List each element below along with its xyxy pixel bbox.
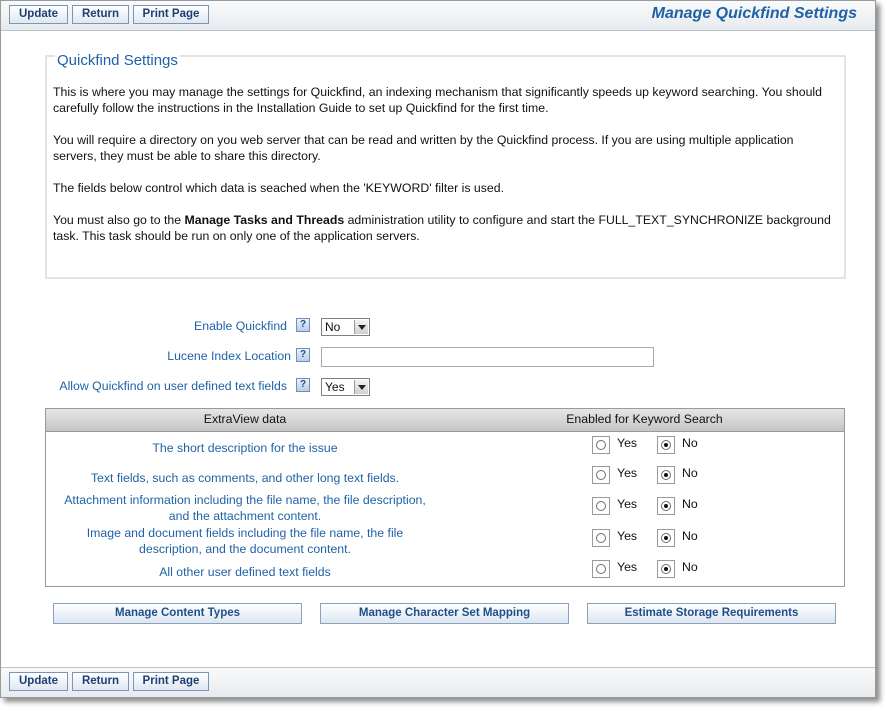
estimate-storage-requirements-button[interactable]: Estimate Storage Requirements bbox=[587, 603, 836, 624]
info-paragraph-2: You will require a directory on you web … bbox=[53, 133, 794, 163]
yes-label: Yes bbox=[617, 436, 638, 450]
update-button[interactable]: Update bbox=[9, 5, 68, 24]
manage-tasks-link-text: Manage Tasks and Threads bbox=[184, 213, 345, 227]
user-defined-fields-value: Yes bbox=[325, 380, 345, 394]
row-label: Text fields, such as comments, and other… bbox=[90, 471, 400, 485]
chevron-down-icon bbox=[354, 380, 368, 394]
row-label: Image and document fields including the … bbox=[86, 526, 404, 556]
row-label: The short description for the issue bbox=[152, 441, 338, 455]
yes-radio[interactable] bbox=[592, 529, 610, 547]
info-text: This is where you may manage the setting… bbox=[53, 84, 838, 260]
user-defined-fields-label: Allow Quickfind on user defined text fie… bbox=[59, 379, 287, 393]
lucene-index-location-label: Lucene Index Location bbox=[167, 349, 291, 363]
user-defined-fields-select[interactable]: Yes bbox=[321, 378, 370, 396]
no-radio[interactable] bbox=[657, 497, 675, 515]
yes-label: Yes bbox=[617, 560, 638, 574]
yes-radio[interactable] bbox=[592, 560, 610, 578]
no-radio[interactable] bbox=[657, 560, 675, 578]
info-paragraph-4: You must also go to the Manage Tasks and… bbox=[53, 212, 838, 244]
no-label: No bbox=[682, 560, 698, 574]
column-header-enabled: Enabled for Keyword Search bbox=[566, 412, 723, 426]
bottom-toolbar: Update Return Print Page bbox=[1, 667, 875, 697]
print-page-button[interactable]: Print Page bbox=[133, 5, 209, 24]
print-page-button[interactable]: Print Page bbox=[133, 672, 209, 691]
help-icon[interactable]: ? bbox=[296, 378, 310, 392]
keyword-search-table: ExtraView data Enabled for Keyword Searc… bbox=[45, 408, 845, 587]
info-p4-before: You must also go to the bbox=[53, 213, 185, 227]
no-radio[interactable] bbox=[657, 436, 675, 454]
manage-character-set-mapping-button[interactable]: Manage Character Set Mapping bbox=[320, 603, 569, 624]
row-label: Attachment information including the fil… bbox=[64, 493, 426, 523]
info-paragraph-3: The fields below control which data is s… bbox=[53, 181, 505, 195]
manage-content-types-button[interactable]: Manage Content Types bbox=[53, 603, 302, 624]
no-radio[interactable] bbox=[657, 466, 675, 484]
help-icon[interactable]: ? bbox=[296, 348, 310, 362]
lucene-index-location-input[interactable] bbox=[321, 347, 654, 367]
no-label: No bbox=[682, 497, 698, 511]
help-icon[interactable]: ? bbox=[296, 318, 310, 332]
no-label: No bbox=[682, 529, 698, 543]
yes-label: Yes bbox=[617, 466, 638, 480]
chevron-down-icon bbox=[354, 320, 368, 334]
info-box-title: Quickfind Settings bbox=[55, 52, 180, 69]
enable-quickfind-select[interactable]: No bbox=[321, 318, 370, 336]
top-toolbar: Update Return Print Page Manage Quickfin… bbox=[1, 1, 875, 31]
enable-quickfind-value: No bbox=[325, 320, 341, 334]
row-label: All other user defined text fields bbox=[159, 565, 331, 579]
no-label: No bbox=[682, 466, 698, 480]
return-button[interactable]: Return bbox=[72, 5, 129, 24]
no-label: No bbox=[682, 436, 698, 450]
page-title: Manage Quickfind Settings bbox=[651, 5, 857, 22]
info-paragraph-1: This is where you may manage the setting… bbox=[53, 85, 822, 115]
table-header: ExtraView data Enabled for Keyword Searc… bbox=[46, 409, 844, 432]
return-button[interactable]: Return bbox=[72, 672, 129, 691]
yes-label: Yes bbox=[617, 529, 638, 543]
yes-label: Yes bbox=[617, 497, 638, 511]
enable-quickfind-label: Enable Quickfind bbox=[194, 319, 287, 333]
yes-radio[interactable] bbox=[592, 466, 610, 484]
no-radio[interactable] bbox=[657, 529, 675, 547]
info-box: Quickfind Settings This is where you may… bbox=[45, 52, 846, 279]
yes-radio[interactable] bbox=[592, 497, 610, 515]
column-header-extraview-data: ExtraView data bbox=[203, 412, 287, 426]
yes-radio[interactable] bbox=[592, 436, 610, 454]
window: Update Return Print Page Manage Quickfin… bbox=[0, 0, 876, 698]
update-button[interactable]: Update bbox=[9, 672, 68, 691]
